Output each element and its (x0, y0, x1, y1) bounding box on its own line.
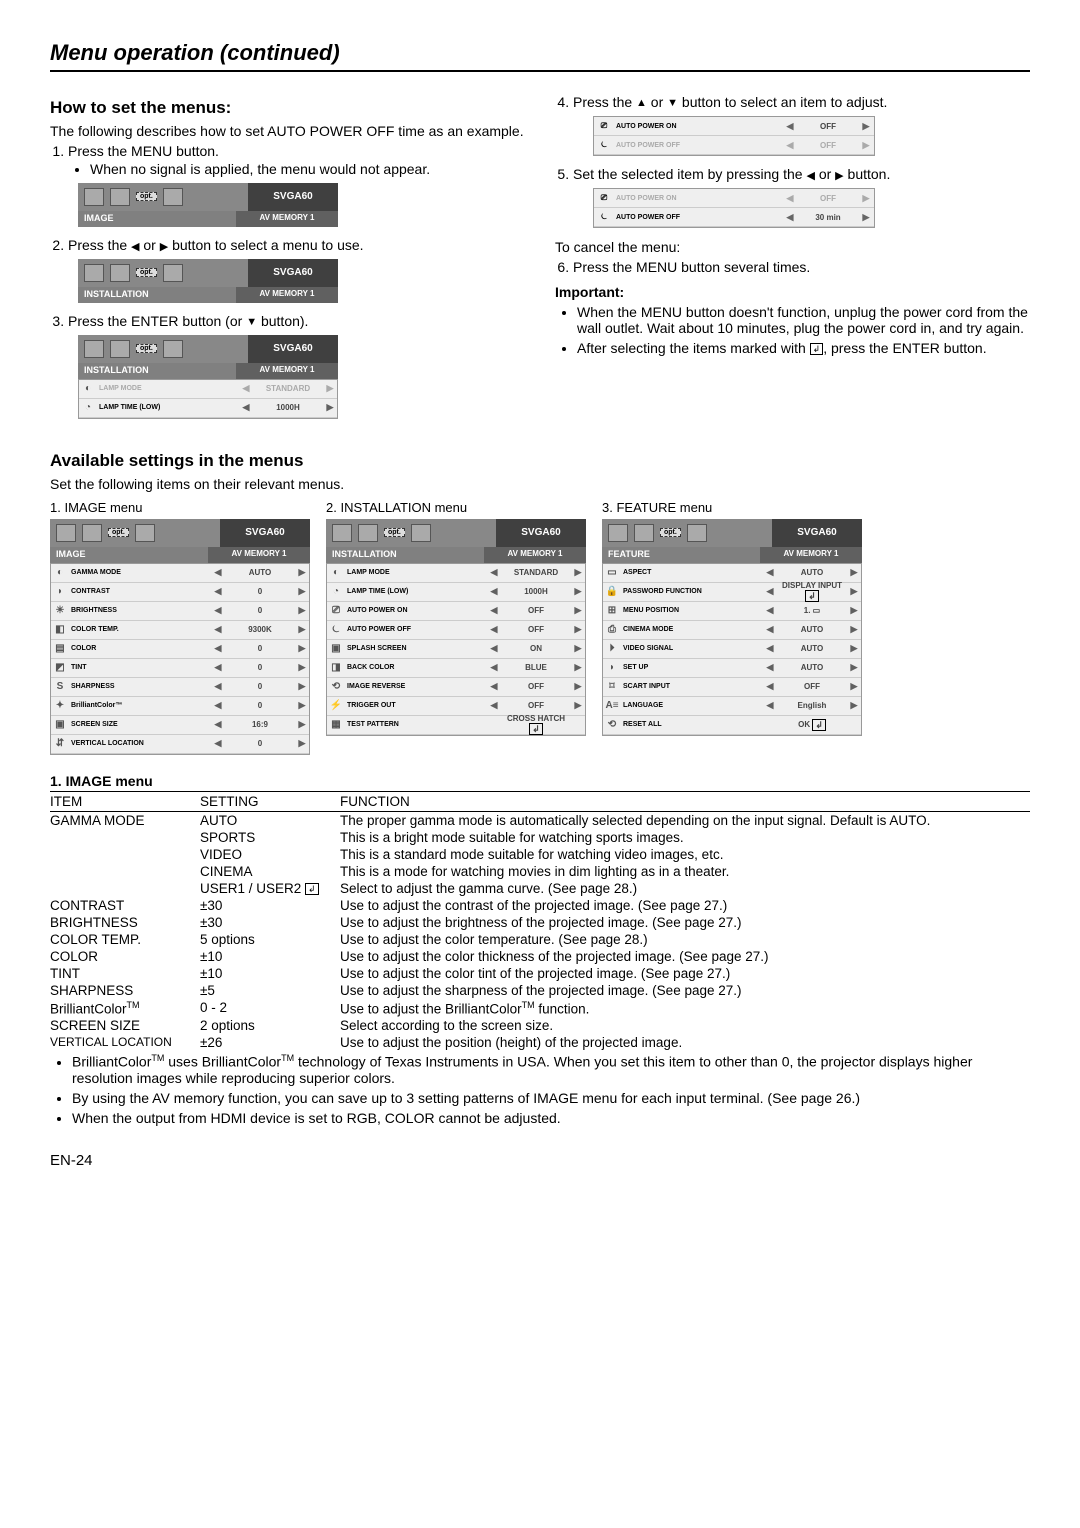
step-3: Press the ENTER button (or ▼ button). op… (68, 313, 525, 419)
osd-image-full: opt.SVGA60 IMAGEAV MEMORY 1 ◐GAMMA MODE◀… (50, 519, 310, 755)
step-6: Press the MENU button several times. (573, 259, 1030, 275)
important-2: After selecting the items marked with ↲,… (577, 340, 1030, 356)
step-2: Press the ◀ or ▶ button to select a menu… (68, 237, 525, 303)
available-sub: Set the following items on their relevan… (50, 475, 1030, 494)
page-number: EN-24 (50, 1152, 1030, 1169)
osd-installation-header: opt. SVGA60 INSTALLATIONAV MEMORY 1 (78, 259, 338, 303)
enter-icon: ↲ (810, 343, 824, 355)
how-intro: The following describes how to set AUTO … (50, 122, 525, 141)
step-1: Press the MENU button. When no signal is… (68, 143, 525, 227)
osd-installation-full: opt.SVGA60 INSTALLATIONAV MEMORY 1 ◐LAMP… (326, 519, 586, 736)
osd-image-header: opt. SVGA60 IMAGEAV MEMORY 1 (78, 183, 338, 227)
note-2: By using the AV memory function, you can… (72, 1090, 1030, 1106)
page-title: Menu operation (continued) (50, 40, 1030, 72)
note-1: BrilliantColorTM uses BrilliantColorTM t… (72, 1053, 1030, 1086)
down-arrow-icon: ▼ (246, 316, 257, 328)
up-arrow-icon: ▲ (636, 97, 647, 109)
osd-installation-expanded: opt. SVGA60 INSTALLATIONAV MEMORY 1 ◐LAM… (78, 335, 338, 419)
available-heading: Available settings in the menus (50, 451, 1030, 471)
right-arrow-icon: ▶ (835, 169, 843, 182)
down-arrow-icon: ▼ (667, 97, 678, 109)
note-3: When the output from HDMI device is set … (72, 1110, 1030, 1126)
step-4: Press the ▲ or ▼ button to select an ite… (573, 94, 1030, 156)
cap-image: 1. IMAGE menu (50, 500, 310, 515)
image-menu-title: 1. IMAGE menu (50, 773, 1030, 789)
important-label: Important: (555, 283, 1030, 302)
how-heading: How to set the menus: (50, 98, 525, 118)
cap-installation: 2. INSTALLATION menu (326, 500, 586, 515)
cap-feature: 3. FEATURE menu (602, 500, 862, 515)
left-arrow-icon: ◀ (131, 240, 139, 253)
cancel-label: To cancel the menu: (555, 238, 1030, 257)
osd-autopower-1: ⎚AUTO POWER ON◀OFF▶ ⏾AUTO POWER OFF◀OFF▶ (593, 116, 875, 156)
step-5: Set the selected item by pressing the ◀ … (573, 166, 1030, 228)
osd-autopower-2: ⎚AUTO POWER ON◀OFF▶ ⏾AUTO POWER OFF◀30 m… (593, 188, 875, 228)
step-1-bullet: When no signal is applied, the menu woul… (90, 161, 525, 177)
image-menu-table: ITEM SETTING FUNCTION GAMMA MODEAUTOThe … (50, 791, 1030, 1052)
right-arrow-icon: ▶ (160, 240, 168, 253)
left-arrow-icon: ◀ (806, 169, 814, 182)
osd-feature-full: opt.SVGA60 FEATUREAV MEMORY 1 ▭ASPECT◀AU… (602, 519, 862, 736)
important-1: When the MENU button doesn't function, u… (577, 304, 1030, 336)
notes-list: BrilliantColorTM uses BrilliantColorTM t… (50, 1053, 1030, 1126)
